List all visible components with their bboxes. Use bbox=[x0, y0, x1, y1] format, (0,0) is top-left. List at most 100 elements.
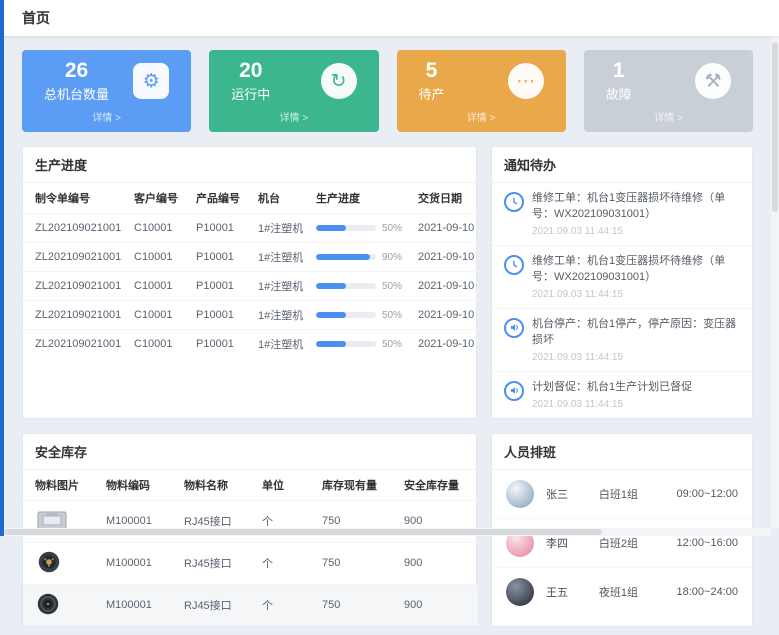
machine-cell: 1#注塑机 bbox=[253, 272, 311, 301]
panel-title: 安全库存 bbox=[23, 434, 476, 470]
horizontal-scrollbar-thumb[interactable] bbox=[4, 529, 602, 535]
notice-text: 维修工单：机台1变压器损坏待维修（单号：WX202109031001） bbox=[532, 254, 740, 286]
notice-item[interactable]: 维修工单：机台1变压器损坏待维修（单号：WX202109031001） 2021… bbox=[492, 183, 752, 246]
stat-label: 运行中 bbox=[231, 84, 270, 103]
notice-item[interactable]: 机台停产：机台1停产，停产原因：变压器损坏 2021.09.03 11:44:1… bbox=[492, 309, 752, 372]
column-header: 产品编号 bbox=[191, 183, 253, 214]
horizontal-scrollbar[interactable] bbox=[4, 528, 771, 536]
column-header: 制令单编号 bbox=[23, 183, 129, 214]
notice-text: 机台停产：机台1停产，停产原因：变压器损坏 bbox=[532, 317, 740, 349]
progress-label: 50% bbox=[382, 223, 402, 234]
stat-cards: 26 总机台数量 ⚙ 详情 > 20 运行中 ↻ 详情 > 5 待产 bbox=[22, 50, 753, 132]
date-cell: 2021-09-10 bbox=[413, 301, 478, 330]
stat-card-fault[interactable]: 1 故障 ⚒ 详情 > bbox=[584, 50, 753, 132]
progress-label: 50% bbox=[382, 339, 402, 350]
notice-time: 2021.09.03 11:44:15 bbox=[532, 399, 692, 410]
order-cell: ZL202109021001 bbox=[23, 243, 129, 272]
customer-cell: C10001 bbox=[129, 301, 191, 330]
date-cell: 2021-09-10 bbox=[413, 330, 478, 359]
column-header: 机台 bbox=[253, 183, 311, 214]
progress-bar bbox=[316, 312, 376, 318]
progress-cell: 50% bbox=[311, 272, 413, 301]
speaker-part-image bbox=[35, 591, 61, 620]
progress-bar bbox=[316, 283, 376, 289]
notice-text: 维修工单：机台1变压器损坏待维修（单号：WX202109031001） bbox=[532, 191, 740, 223]
fault-icon: ⚒ bbox=[695, 63, 731, 99]
customer-cell: C10001 bbox=[129, 214, 191, 243]
table-row: ZL202109021001 C10001 P10001 1#注塑机 50% 2… bbox=[23, 272, 478, 301]
stat-card-running[interactable]: 20 运行中 ↻ 详情 > bbox=[209, 50, 378, 132]
stat-label: 待产 bbox=[419, 84, 445, 103]
stat-value: 26 bbox=[44, 59, 109, 83]
material-image-cell bbox=[23, 584, 101, 626]
product-cell: P10001 bbox=[191, 243, 253, 272]
stat-value: 5 bbox=[419, 59, 445, 83]
detail-link[interactable]: 详情 > bbox=[596, 109, 741, 124]
material-name-cell: RJ45接口 bbox=[179, 542, 257, 584]
staff-time: 09:00~12:00 bbox=[677, 488, 738, 500]
panel-title: 生产进度 bbox=[23, 147, 476, 183]
table-header-row: 制令单编号 客户编号 产品编号 机台 生产进度 交货日期 bbox=[23, 183, 478, 214]
progress-label: 50% bbox=[382, 310, 402, 321]
table-header-row: 物料图片 物料编码 物料名称 单位 库存现有量 安全库存量 bbox=[23, 470, 478, 501]
staff-row: 张三 白班1组 09:00~12:00 bbox=[492, 470, 752, 519]
staff-shift: 白班2组 bbox=[599, 535, 665, 551]
qty-cell: 750 bbox=[317, 584, 399, 626]
detail-link[interactable]: 详情 > bbox=[409, 109, 554, 124]
customer-cell: C10001 bbox=[129, 272, 191, 301]
vertical-scrollbar-thumb[interactable] bbox=[772, 42, 778, 212]
safety-qty-cell: 900 bbox=[399, 542, 478, 584]
staff-name: 王五 bbox=[546, 584, 587, 600]
column-header: 库存现有量 bbox=[317, 470, 399, 501]
vertical-scrollbar[interactable] bbox=[771, 0, 779, 528]
notice-item[interactable]: 计划督促：机台1生产计划已督促 2021.09.03 11:44:15 bbox=[492, 372, 752, 418]
running-icon: ↻ bbox=[321, 63, 357, 99]
staff-time: 18:00~24:00 bbox=[677, 586, 738, 598]
staff-name: 李四 bbox=[546, 535, 587, 551]
progress-cell: 90% bbox=[311, 243, 413, 272]
stat-label: 总机台数量 bbox=[44, 84, 109, 103]
table-row: M100001 RJ45接口 个 750 900 bbox=[23, 584, 478, 626]
stock-table: 物料图片 物料编码 物料名称 单位 库存现有量 安全库存量 bbox=[23, 470, 478, 626]
progress-bar bbox=[316, 225, 376, 231]
production-progress-panel: 生产进度 制令单编号 客户编号 产品编号 机台 生产进度 交货日期 bbox=[22, 146, 477, 419]
column-header: 安全库存量 bbox=[399, 470, 478, 501]
order-cell: ZL202109021001 bbox=[23, 301, 129, 330]
progress-cell: 50% bbox=[311, 214, 413, 243]
material-name-cell: RJ45接口 bbox=[179, 584, 257, 626]
product-cell: P10001 bbox=[191, 301, 253, 330]
notice-time: 2021.09.03 11:44:15 bbox=[532, 352, 740, 363]
product-cell: P10001 bbox=[191, 330, 253, 359]
progress-label: 50% bbox=[382, 281, 402, 292]
staff-shift: 夜班1组 bbox=[599, 584, 665, 600]
stat-card-total-machines[interactable]: 26 总机台数量 ⚙ 详情 > bbox=[22, 50, 191, 132]
panel-title: 人员排班 bbox=[492, 434, 752, 470]
product-cell: P10001 bbox=[191, 272, 253, 301]
notice-time: 2021.09.03 11:44:15 bbox=[532, 289, 740, 300]
column-header: 客户编号 bbox=[129, 183, 191, 214]
staff-shift: 白班1组 bbox=[599, 486, 665, 502]
main-content: 26 总机台数量 ⚙ 详情 > 20 运行中 ↻ 详情 > 5 待产 bbox=[4, 36, 779, 635]
notice-text: 计划督促：机台1生产计划已督促 bbox=[532, 380, 692, 396]
machine-cell: 1#注塑机 bbox=[253, 214, 311, 243]
progress-cell: 50% bbox=[311, 301, 413, 330]
production-table: 制令单编号 客户编号 产品编号 机台 生产进度 交货日期 ZL202109021… bbox=[23, 183, 478, 358]
staff-name: 张三 bbox=[546, 486, 587, 502]
date-cell: 2021-09-10 bbox=[413, 272, 478, 301]
table-row: ZL202109021001 C10001 P10001 1#注塑机 50% 2… bbox=[23, 330, 478, 359]
safety-qty-cell: 900 bbox=[399, 584, 478, 626]
detail-link[interactable]: 详情 > bbox=[221, 109, 366, 124]
column-header: 单位 bbox=[257, 470, 317, 501]
stat-card-pending[interactable]: 5 待产 ⋯ 详情 > bbox=[397, 50, 566, 132]
detail-link[interactable]: 详情 > bbox=[34, 109, 179, 124]
column-header: 物料名称 bbox=[179, 470, 257, 501]
pending-icon: ⋯ bbox=[508, 63, 544, 99]
stat-value: 1 bbox=[606, 59, 632, 83]
avatar bbox=[506, 578, 534, 606]
stat-label: 故障 bbox=[606, 84, 632, 103]
material-code-cell: M100001 bbox=[101, 584, 179, 626]
notice-item[interactable]: 维修工单：机台1变压器损坏待维修（单号：WX202109031001） 2021… bbox=[492, 246, 752, 309]
staff-row: 王五 夜班1组 18:00~24:00 bbox=[492, 568, 752, 616]
order-cell: ZL202109021001 bbox=[23, 330, 129, 359]
speaker-icon bbox=[504, 381, 524, 401]
